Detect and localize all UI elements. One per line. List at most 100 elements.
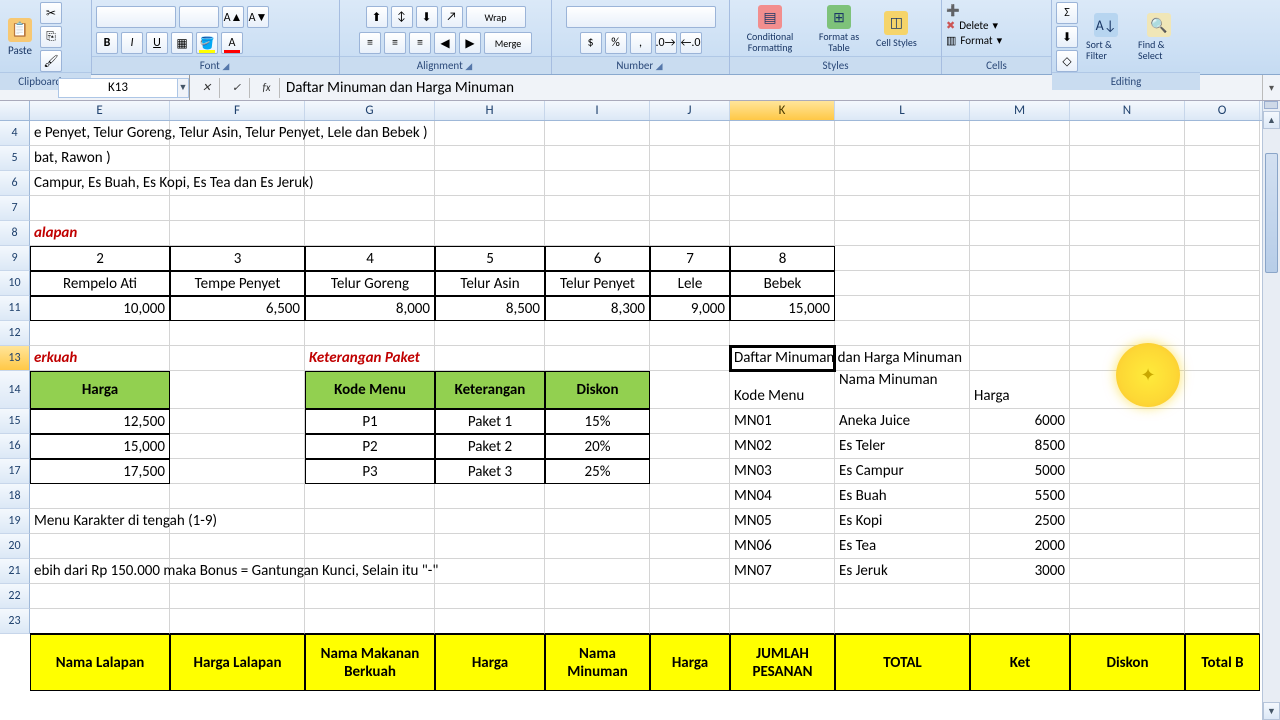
cell-O18[interactable] — [1185, 484, 1260, 509]
copy-button[interactable]: ⎘ — [40, 26, 62, 48]
cell-F13[interactable] — [170, 346, 305, 371]
row-header-22[interactable]: 22 — [0, 584, 30, 609]
cell-O9[interactable] — [1185, 246, 1260, 271]
cell-K22[interactable] — [730, 584, 835, 609]
cell-H12[interactable] — [435, 321, 545, 346]
bold-button[interactable]: B — [96, 32, 118, 54]
cell-J11[interactable]: 9,000 — [650, 296, 730, 321]
col-header-H[interactable]: H — [435, 101, 545, 120]
cell-K17[interactable]: MN03 — [730, 459, 835, 484]
cell-I9[interactable]: 6 — [545, 246, 650, 271]
cell-N19[interactable] — [1070, 509, 1185, 534]
cell-N4[interactable] — [1070, 121, 1185, 146]
cell-H18[interactable] — [435, 484, 545, 509]
cell-L11[interactable] — [835, 296, 970, 321]
find-select-button[interactable]: 🔍Find & Select — [1134, 11, 1184, 63]
cell-L19[interactable]: Es Kopi — [835, 509, 970, 534]
cell-M6[interactable] — [970, 171, 1070, 196]
cell-I8[interactable] — [545, 221, 650, 246]
cell-K19[interactable]: MN05 — [730, 509, 835, 534]
cell-O13[interactable] — [1185, 346, 1260, 371]
cell-N7[interactable] — [1070, 196, 1185, 221]
cell-G20[interactable] — [305, 534, 435, 559]
cell-L20[interactable]: Es Tea — [835, 534, 970, 559]
cell-M8[interactable] — [970, 221, 1070, 246]
col-header-K[interactable]: K — [730, 101, 835, 120]
cell-M20[interactable]: 2000 — [970, 534, 1070, 559]
cell-bottom-J[interactable]: Harga — [650, 634, 730, 691]
cell-F16[interactable] — [170, 434, 305, 459]
cell-O15[interactable] — [1185, 409, 1260, 434]
merge-button[interactable]: Merge — [484, 32, 532, 54]
accounting-format-button[interactable]: $ — [580, 32, 602, 54]
cell-K15[interactable]: MN01 — [730, 409, 835, 434]
cell-K13[interactable]: Daftar Minuman dan Harga Minuman — [730, 346, 835, 371]
cell-H8[interactable] — [435, 221, 545, 246]
cell-F23[interactable] — [170, 609, 305, 634]
col-header-O[interactable]: O — [1185, 101, 1260, 120]
cell-K6[interactable] — [730, 171, 835, 196]
cell-O21[interactable] — [1185, 559, 1260, 584]
format-painter-button[interactable]: 🖌 — [40, 50, 62, 72]
cell-O8[interactable] — [1185, 221, 1260, 246]
cell-E20[interactable] — [30, 534, 170, 559]
cell-H9[interactable]: 5 — [435, 246, 545, 271]
cell-G18[interactable] — [305, 484, 435, 509]
row-header-4[interactable]: 4 — [0, 121, 30, 146]
cell-bottom-H[interactable]: Harga — [435, 634, 545, 691]
cell-F18[interactable] — [170, 484, 305, 509]
cell-G17[interactable]: P3 — [305, 459, 435, 484]
col-header-F[interactable]: F — [170, 101, 305, 120]
cell-H21[interactable] — [435, 559, 545, 584]
cell-bottom-F[interactable]: Harga Lalapan — [170, 634, 305, 691]
cell-F7[interactable] — [170, 196, 305, 221]
scroll-down-button[interactable]: ▼ — [1263, 702, 1280, 720]
cell-G10[interactable]: Telur Goreng — [305, 271, 435, 296]
cell-J5[interactable] — [650, 146, 730, 171]
cell-E10[interactable]: Rempelo Ati — [30, 271, 170, 296]
cell-L10[interactable] — [835, 271, 970, 296]
cell-G12[interactable] — [305, 321, 435, 346]
cell-N11[interactable] — [1070, 296, 1185, 321]
col-header-E[interactable]: E — [30, 101, 170, 120]
cell-J18[interactable] — [650, 484, 730, 509]
cell-M5[interactable] — [970, 146, 1070, 171]
cell-L8[interactable] — [835, 221, 970, 246]
cell-E9[interactable]: 2 — [30, 246, 170, 271]
cell-L16[interactable]: Es Teler — [835, 434, 970, 459]
cell-E18[interactable] — [30, 484, 170, 509]
cell-H10[interactable]: Telur Asin — [435, 271, 545, 296]
cell-F14[interactable] — [170, 371, 305, 409]
cell-I17[interactable]: 25% — [545, 459, 650, 484]
cell-H15[interactable]: Paket 1 — [435, 409, 545, 434]
cell-I4[interactable] — [545, 121, 650, 146]
cell-M10[interactable] — [970, 271, 1070, 296]
cell-E5[interactable]: bat, Rawon ) — [30, 146, 170, 171]
cell-E16[interactable]: 15,000 — [30, 434, 170, 459]
increase-indent-button[interactable]: ▶ — [459, 32, 481, 54]
cell-I5[interactable] — [545, 146, 650, 171]
cell-N23[interactable] — [1070, 609, 1185, 634]
number-format-selector[interactable] — [566, 6, 716, 28]
cell-G14[interactable]: Kode Menu — [305, 371, 435, 409]
cell-E15[interactable]: 12,500 — [30, 409, 170, 434]
cell-M9[interactable] — [970, 246, 1070, 271]
number-launcher-icon[interactable]: ◢ — [656, 61, 663, 72]
row-header-16[interactable]: 16 — [0, 434, 30, 459]
row-header-17[interactable]: 17 — [0, 459, 30, 484]
paste-button[interactable]: 📋 Paste — [4, 16, 36, 59]
cell-L14[interactable]: Nama Minuman — [835, 371, 970, 409]
cell-J19[interactable] — [650, 509, 730, 534]
row-header-8[interactable]: 8 — [0, 221, 30, 246]
percent-format-button[interactable]: % — [605, 32, 627, 54]
cell-E22[interactable] — [30, 584, 170, 609]
cell-G5[interactable] — [305, 146, 435, 171]
cell-E8[interactable]: alapan — [30, 221, 170, 246]
cell-O5[interactable] — [1185, 146, 1260, 171]
name-box-dropdown[interactable]: ▼ — [178, 78, 189, 98]
cell-F11[interactable]: 6,500 — [170, 296, 305, 321]
cell-J7[interactable] — [650, 196, 730, 221]
cell-J21[interactable] — [650, 559, 730, 584]
cell-H16[interactable]: Paket 2 — [435, 434, 545, 459]
cell-G15[interactable]: P1 — [305, 409, 435, 434]
